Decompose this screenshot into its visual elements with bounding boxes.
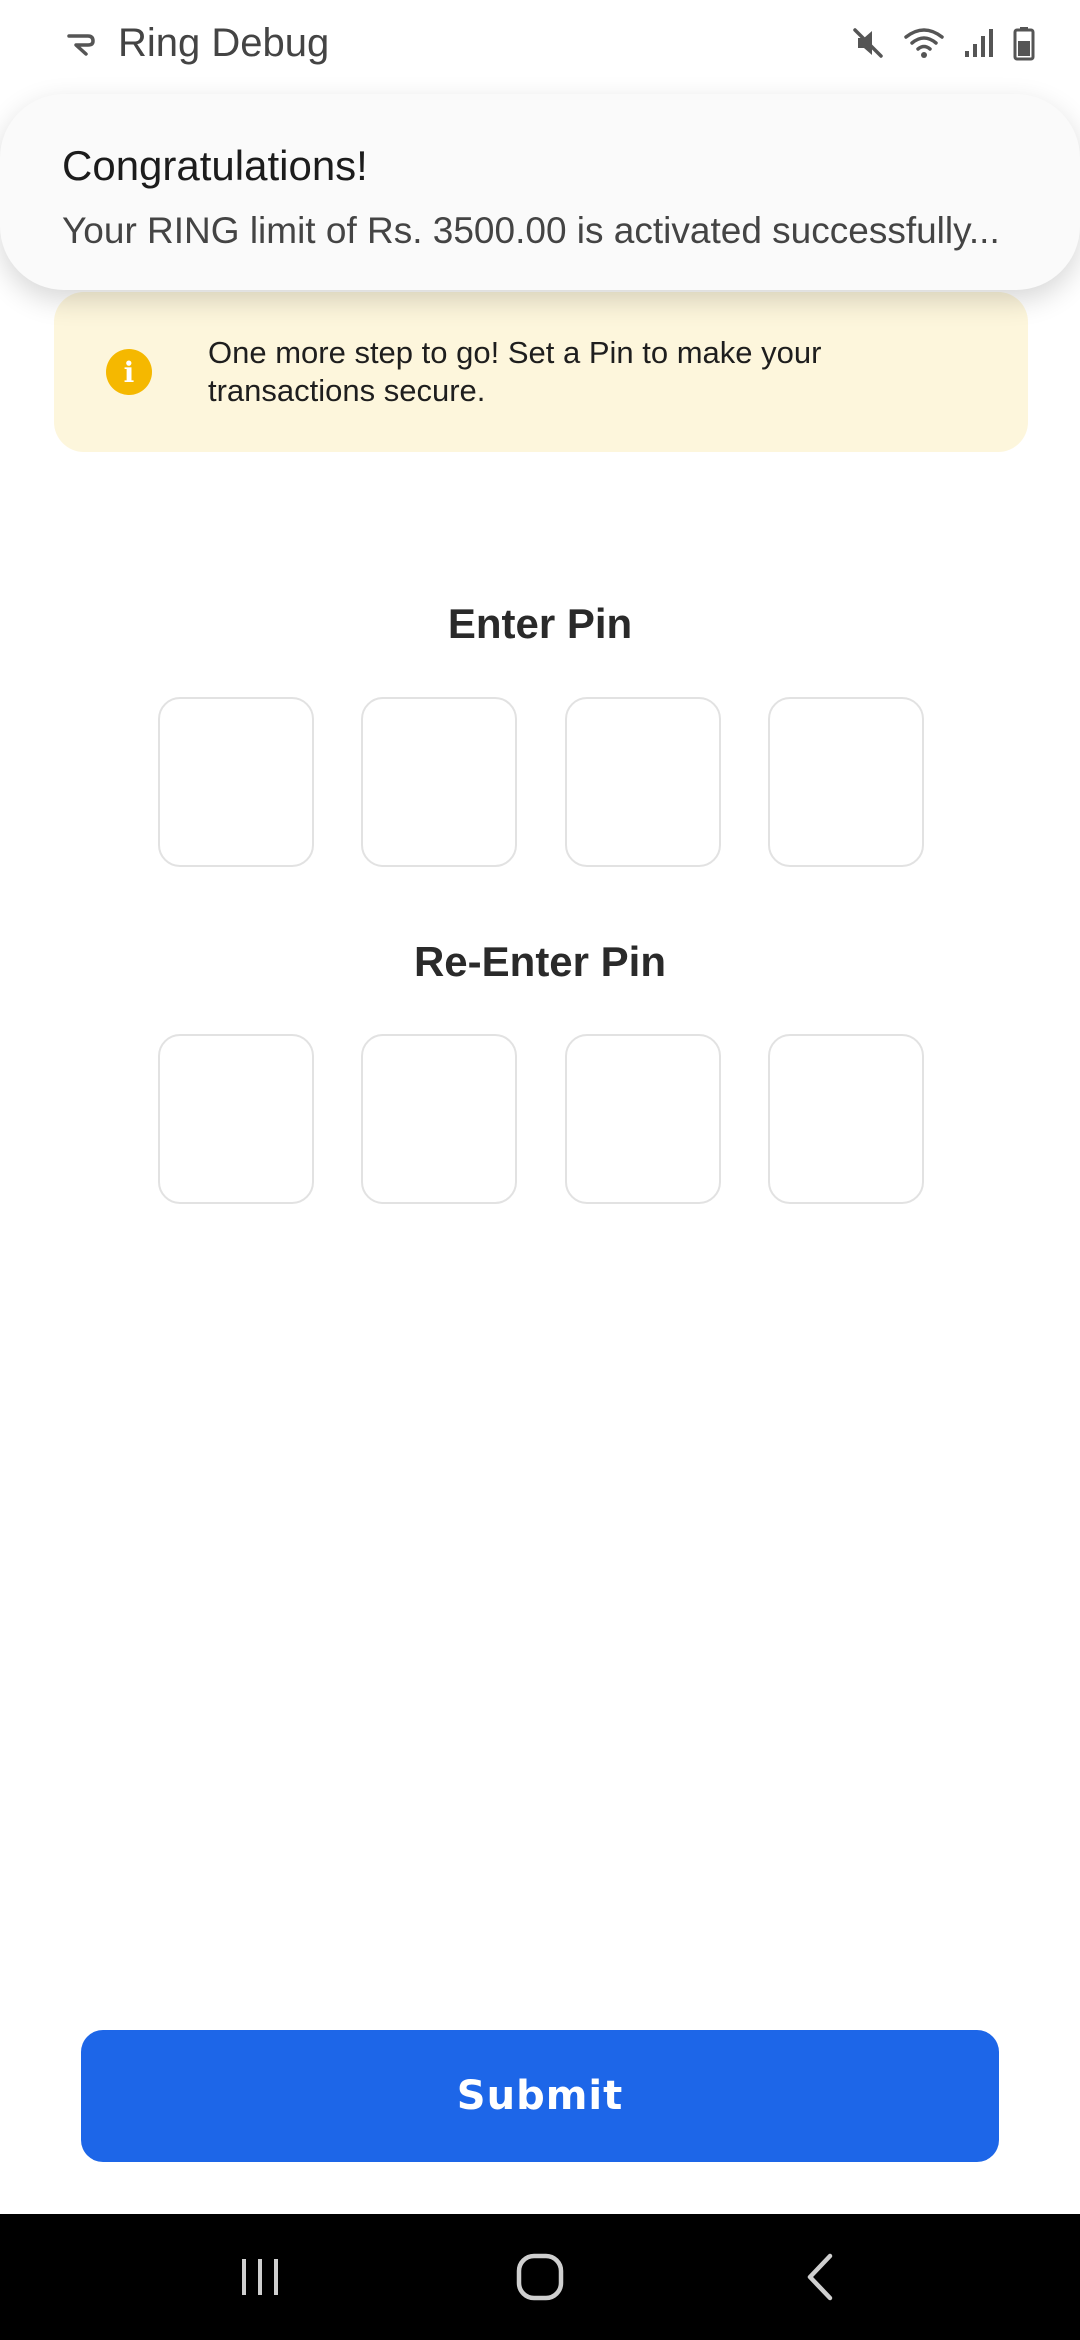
enter-pin-digit-2[interactable] xyxy=(361,697,518,867)
mute-icon xyxy=(853,28,883,58)
status-app-name: Ring Debug xyxy=(118,20,330,65)
signal-icon xyxy=(965,29,993,57)
notification-card[interactable]: Congratulations! Your RING limit of Rs. … xyxy=(0,94,1080,290)
notification-title: Congratulations! xyxy=(62,142,368,189)
submit-button[interactable]: Submit xyxy=(81,2030,999,2162)
reenter-pin-row xyxy=(158,1034,924,1204)
status-left: Ring Debug xyxy=(64,21,329,66)
home-icon xyxy=(516,2253,564,2301)
enter-pin-label: Enter Pin xyxy=(447,600,633,647)
status-bar: Ring Debug xyxy=(0,0,1080,86)
battery-icon xyxy=(1013,27,1035,61)
back-button[interactable] xyxy=(770,2237,870,2317)
reenter-pin-digit-1[interactable] xyxy=(158,1034,314,1204)
ring-app-icon xyxy=(67,34,95,56)
reenter-pin-digit-4[interactable] xyxy=(767,1034,924,1204)
info-banner-text: One more step to go! Set a Pin to make y… xyxy=(208,335,822,408)
reenter-pin-label: Re-Enter Pin xyxy=(413,938,667,985)
recent-apps-button[interactable] xyxy=(210,2237,310,2317)
recent-apps-icon xyxy=(242,2259,278,2295)
info-banner: i One more step to go! Set a Pin to make… xyxy=(54,292,1028,452)
info-icon: i xyxy=(106,349,152,395)
wifi-icon xyxy=(904,28,944,58)
enter-pin-row xyxy=(158,697,924,867)
status-icons xyxy=(850,25,1036,61)
back-icon xyxy=(807,2253,833,2301)
enter-pin-digit-3[interactable] xyxy=(564,697,721,867)
reenter-pin-digit-2[interactable] xyxy=(361,1034,518,1204)
enter-pin-digit-4[interactable] xyxy=(767,697,924,867)
reenter-pin-digit-3[interactable] xyxy=(564,1034,721,1204)
notification-body: Your RING limit of Rs. 3500.00 is activa… xyxy=(62,210,1000,251)
pin-setup-screen: Ring Debug Congratulations! Your RING li… xyxy=(0,0,1080,2340)
enter-pin-digit-1[interactable] xyxy=(158,697,314,867)
navigation-bar xyxy=(0,2214,1080,2340)
home-button[interactable] xyxy=(490,2237,590,2317)
